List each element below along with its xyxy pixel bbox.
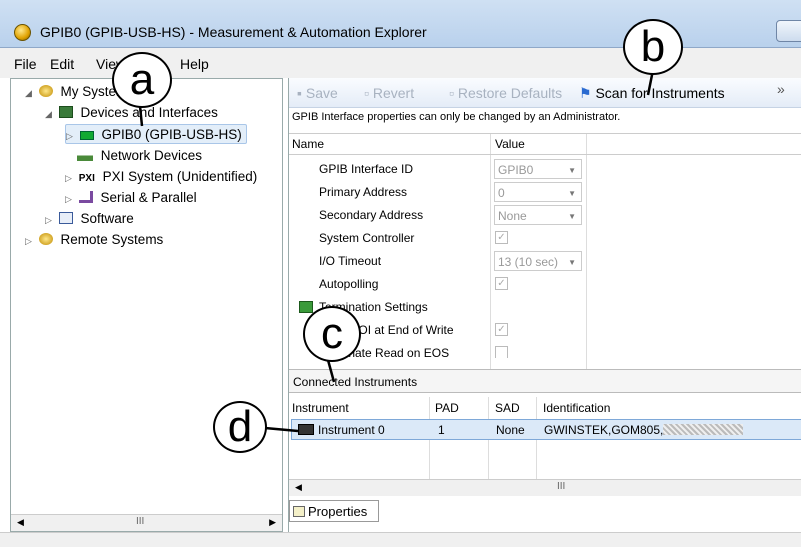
callout-c-pointer bbox=[326, 359, 336, 383]
callout-d: d bbox=[213, 401, 267, 453]
callout-c: c bbox=[303, 306, 361, 362]
callout-d-pointer bbox=[264, 426, 299, 433]
callout-b: b bbox=[623, 19, 683, 75]
callout-a: a bbox=[112, 52, 172, 108]
callout-a-pointer bbox=[138, 105, 144, 127]
